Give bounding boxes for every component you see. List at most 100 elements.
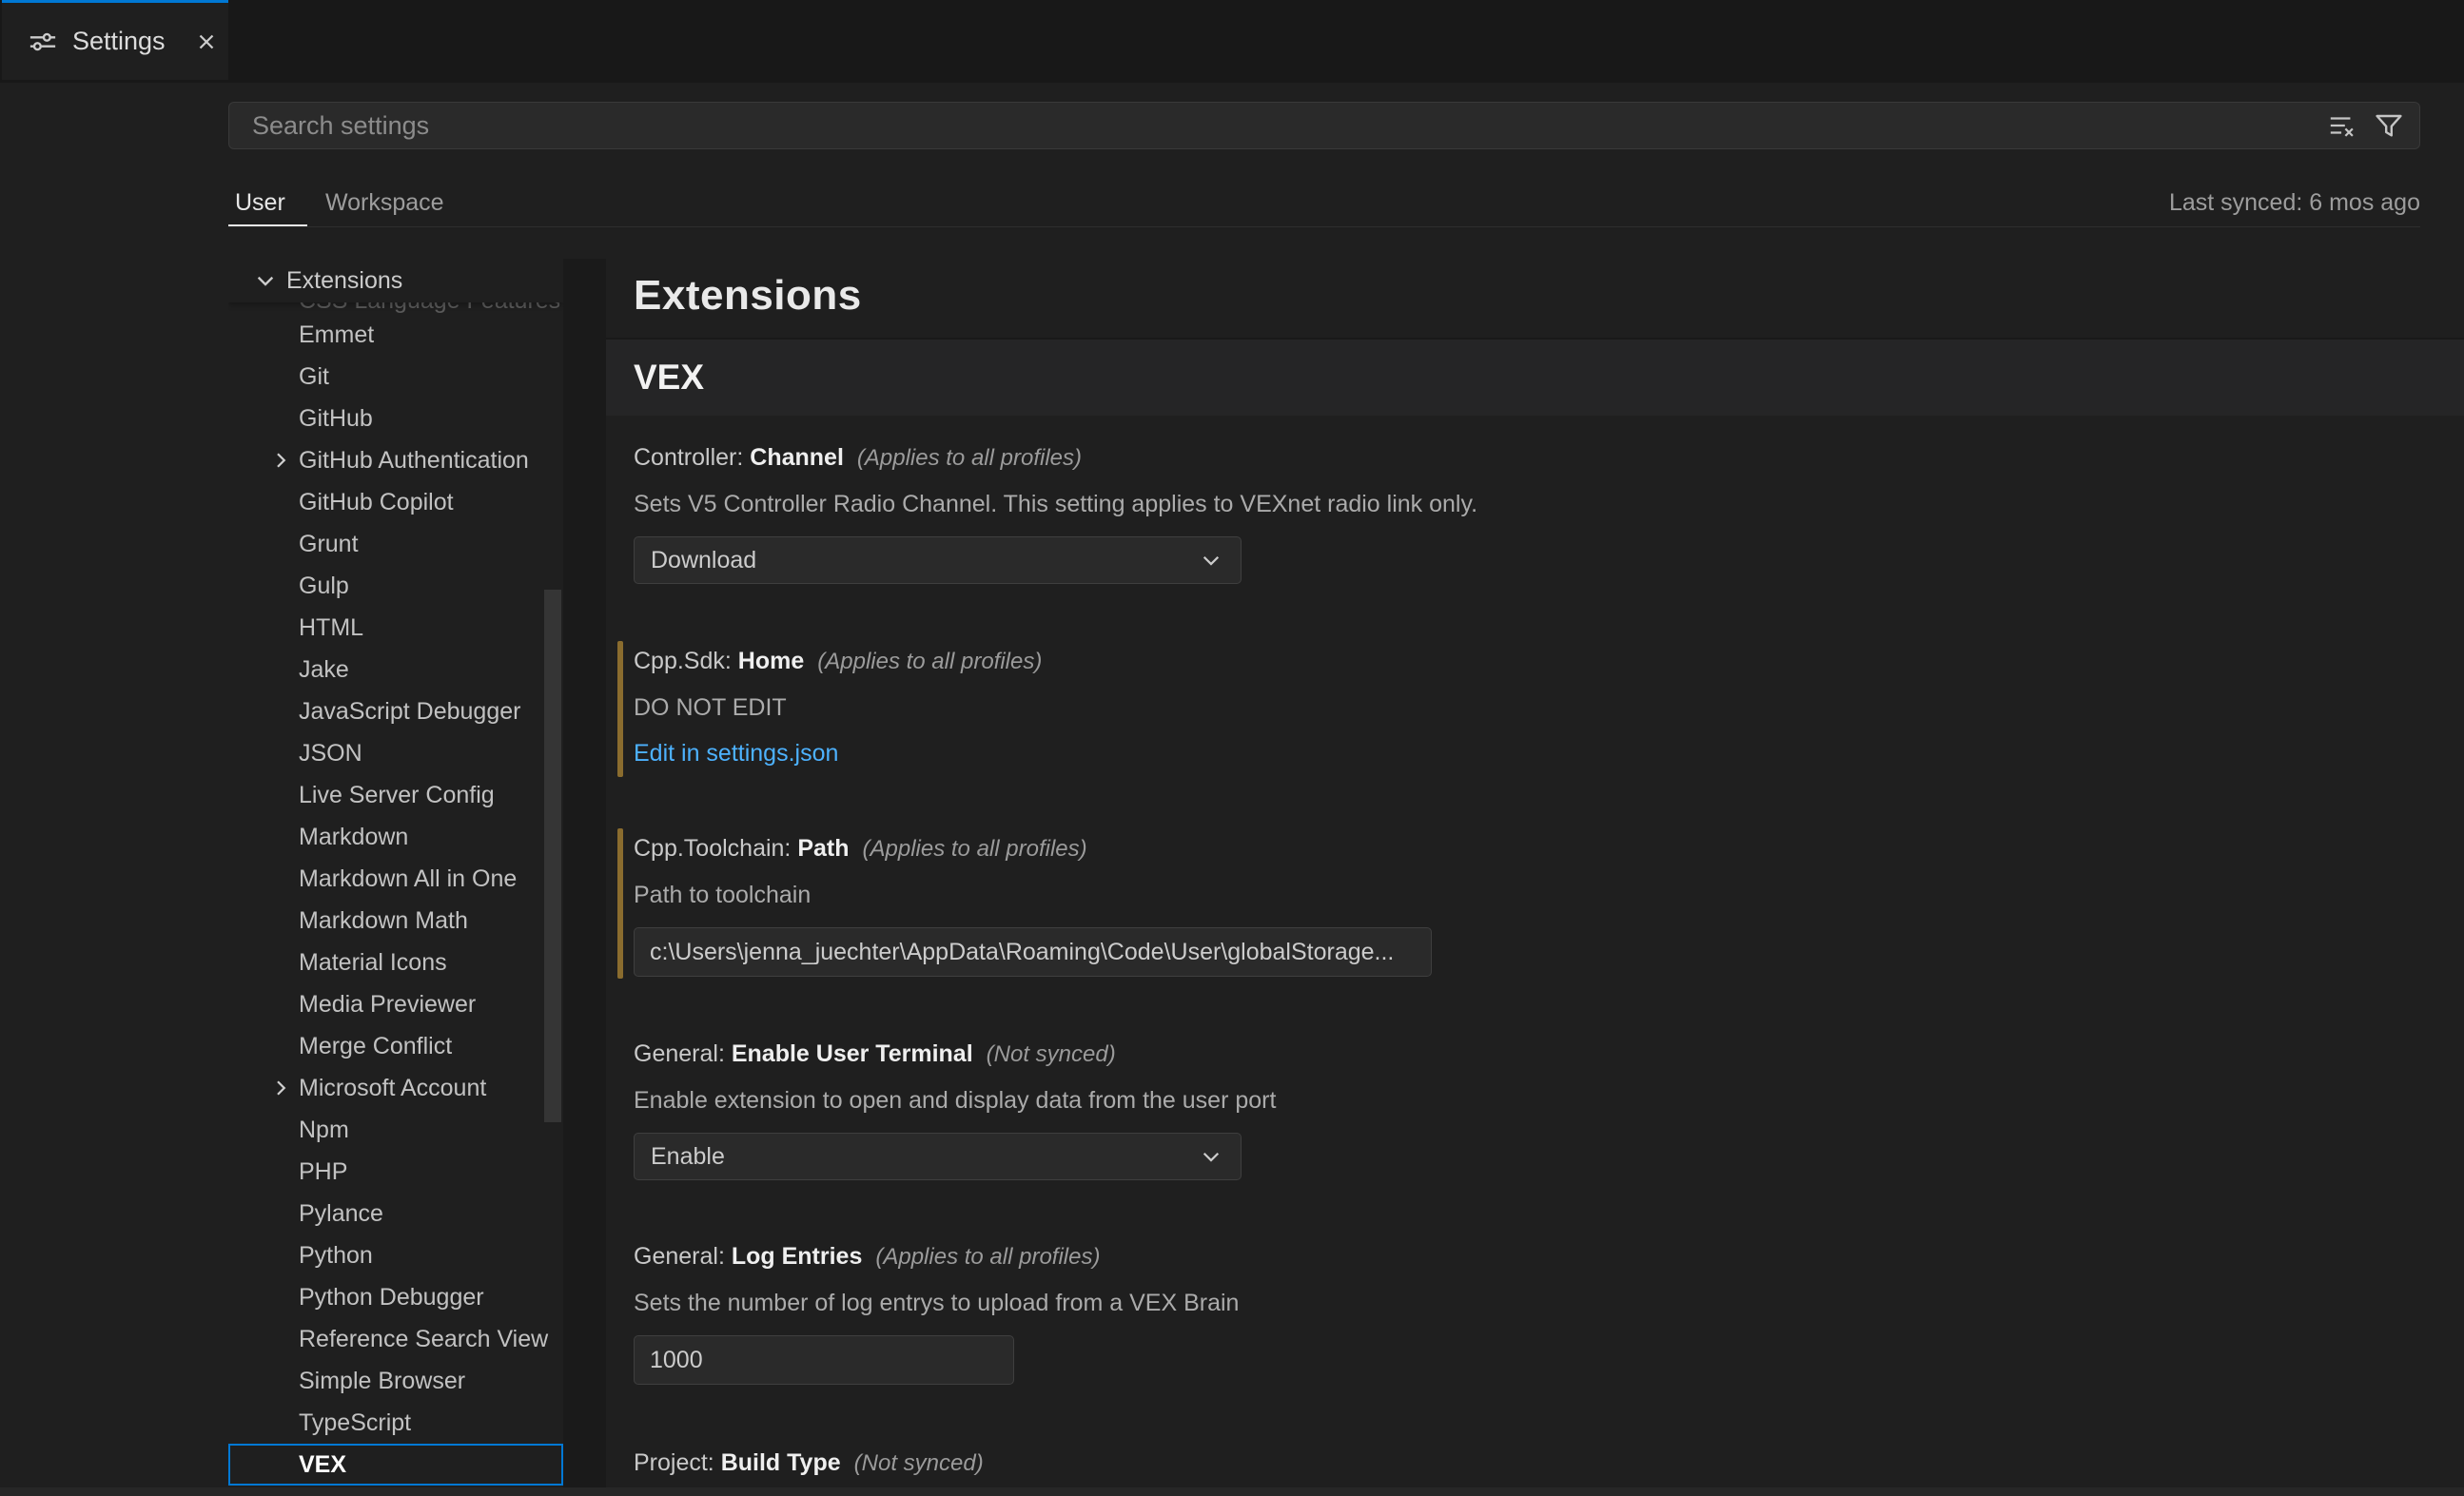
- setting-title: Cpp.Toolchain: Path (Applies to all profi…: [634, 834, 2464, 864]
- tab-settings[interactable]: Settings: [2, 0, 228, 80]
- setting-description: Sets V5 Controller Radio Channel. This s…: [634, 490, 2464, 518]
- toc-item-label: Markdown All in One: [299, 865, 517, 892]
- toc-item-javascript-debugger[interactable]: JavaScript Debugger: [228, 690, 563, 732]
- setting-name: Channel: [750, 444, 844, 471]
- toc-item-label: Python Debugger: [299, 1284, 484, 1311]
- toc-item-label: Npm: [299, 1117, 349, 1143]
- setting-project-build-type: Project: Build Type(Not synced): [606, 1448, 2464, 1478]
- setting-description: Path to toolchain: [634, 881, 2464, 909]
- toc-item-markdown-math[interactable]: Markdown Math: [228, 900, 563, 942]
- toc-item-typescript[interactable]: TypeScript: [228, 1402, 563, 1444]
- clear-search-filters-icon[interactable]: [2328, 111, 2356, 140]
- toc-item-github-copilot[interactable]: GitHub Copilot: [228, 481, 563, 523]
- tab-workspace-label: Workspace: [325, 189, 444, 216]
- toc-item-npm[interactable]: Npm: [228, 1109, 563, 1151]
- setting-category: Project:: [634, 1449, 721, 1476]
- toc-item-pylance[interactable]: Pylance: [228, 1193, 563, 1234]
- setting-category: Cpp.Toolchain:: [634, 835, 797, 862]
- toc-item-github[interactable]: GitHub: [228, 398, 563, 439]
- toc-item-label: JSON: [299, 740, 362, 767]
- chevron-right-icon: [269, 449, 292, 472]
- toc-item-merge-conflict[interactable]: Merge Conflict: [228, 1025, 563, 1067]
- editor-tab-bar: Settings: [0, 0, 2464, 83]
- toc-item-simple-browser[interactable]: Simple Browser: [228, 1360, 563, 1402]
- search-placeholder: Search settings: [252, 111, 2328, 141]
- toc-item-reference-search-view[interactable]: Reference Search View: [228, 1318, 563, 1360]
- setting-description: DO NOT EDIT: [634, 693, 2464, 722]
- toc-item-material-icons[interactable]: Material Icons: [228, 942, 563, 983]
- settings-search-input[interactable]: Search settings: [228, 102, 2420, 149]
- setting-link-wrapper: Edit in settings.json: [634, 740, 2464, 767]
- setting-scope: (Applies to all profiles): [875, 1244, 1100, 1270]
- dropdown-value: Enable: [651, 1143, 725, 1171]
- toc-header-extensions[interactable]: Extensions: [228, 259, 563, 302]
- toc-item-label: Microsoft Account: [299, 1075, 486, 1101]
- scope-tabs-row: User Workspace Last synced: 6 mos ago: [228, 181, 2420, 226]
- section-header-vex: VEX: [606, 338, 2464, 416]
- setting-general-enable-user-terminal: General: Enable User Terminal (Not synced…: [606, 1039, 2464, 1180]
- chevron-down-icon: [253, 268, 278, 293]
- tab-workspace[interactable]: Workspace: [325, 181, 444, 224]
- setting-controller-channel: Controller: Channel (Applies to all profi…: [606, 443, 2464, 584]
- toc-item-label: GitHub Copilot: [299, 489, 454, 515]
- setting-category: Cpp.Sdk:: [634, 648, 738, 674]
- toc-item-label: Python: [299, 1242, 373, 1269]
- toc-item-vex[interactable]: VEX: [228, 1444, 563, 1486]
- setting-cpp-sdk-home: Cpp.Sdk: Home(Applies to all profiles)DO…: [606, 647, 2464, 767]
- setting-name: Path: [797, 835, 849, 862]
- toc-item-python-debugger[interactable]: Python Debugger: [228, 1276, 563, 1318]
- setting-name: Enable User Terminal: [732, 1040, 973, 1067]
- toc-item-github-authentication[interactable]: GitHub Authentication: [228, 439, 563, 481]
- cpp-sdk-home-edit-in-settings-json-link[interactable]: Edit in settings.json: [634, 740, 838, 767]
- toc-item-grunt[interactable]: Grunt: [228, 523, 563, 565]
- toc-item-html[interactable]: HTML: [228, 607, 563, 649]
- setting-description: Enable extension to open and display dat…: [634, 1086, 2464, 1115]
- setting-scope: (Applies to all profiles): [857, 445, 1082, 471]
- setting-category: Controller:: [634, 444, 750, 471]
- settings-toc: CSS Language Features Extensions EmmetGi…: [228, 259, 563, 1496]
- general-log-entries-input[interactable]: [634, 1335, 1014, 1385]
- dropdown-value: Download: [651, 547, 756, 574]
- setting-title: General: Log Entries(Applies to all prof…: [634, 1242, 2464, 1272]
- tab-user[interactable]: User: [235, 181, 285, 224]
- toc-item-git[interactable]: Git: [228, 356, 563, 398]
- toc-item-jake[interactable]: Jake: [228, 649, 563, 690]
- toc-item-label: Gulp: [299, 573, 349, 599]
- setting-scope: (Not synced): [854, 1450, 984, 1476]
- setting-scope: (Not synced): [987, 1041, 1116, 1067]
- toc-item-media-previewer[interactable]: Media Previewer: [228, 983, 563, 1025]
- toc-item-json[interactable]: JSON: [228, 732, 563, 774]
- toc-header-label: Extensions: [286, 267, 402, 295]
- toc-item-live-server-config[interactable]: Live Server Config: [228, 774, 563, 816]
- toc-item-label: PHP: [299, 1158, 347, 1185]
- close-icon[interactable]: [194, 29, 219, 54]
- general-enable-user-terminal-dropdown[interactable]: Enable: [634, 1133, 1242, 1180]
- setting-category: General:: [634, 1040, 732, 1067]
- toc-item-label: TypeScript: [299, 1409, 411, 1436]
- filter-funnel-icon[interactable]: [2374, 110, 2404, 141]
- modified-indicator: [617, 641, 623, 777]
- toc-item-php[interactable]: PHP: [228, 1151, 563, 1193]
- toc-item-label: Material Icons: [299, 949, 447, 976]
- cpp-toolchain-path-input[interactable]: [634, 927, 1432, 977]
- header-separator: [228, 226, 2420, 227]
- toc-scrollbar[interactable]: [544, 590, 561, 1122]
- toc-item-python[interactable]: Python: [228, 1234, 563, 1276]
- toc-item-label: Git: [299, 363, 329, 390]
- setting-general-log-entries: General: Log Entries(Applies to all prof…: [606, 1242, 2464, 1385]
- toc-item-emmet[interactable]: Emmet: [228, 314, 563, 356]
- last-synced-status: Last synced: 6 mos ago: [2169, 181, 2420, 224]
- toc-item-label: Markdown: [299, 824, 408, 850]
- chevron-down-icon: [1199, 548, 1223, 573]
- toc-item-gulp[interactable]: Gulp: [228, 565, 563, 607]
- setting-name: Home: [738, 648, 804, 674]
- toc-item-microsoft-account[interactable]: Microsoft Account: [228, 1067, 563, 1109]
- setting-scope: (Applies to all profiles): [863, 836, 1087, 862]
- controller-channel-dropdown[interactable]: Download: [634, 536, 1242, 584]
- chevron-down-icon: [1199, 1144, 1223, 1169]
- page-title: Extensions: [634, 272, 862, 320]
- toc-item-markdown[interactable]: Markdown: [228, 816, 563, 858]
- section-header-label: VEX: [634, 358, 704, 398]
- toc-item-label: Live Server Config: [299, 782, 495, 808]
- toc-item-markdown-all-in-one[interactable]: Markdown All in One: [228, 858, 563, 900]
